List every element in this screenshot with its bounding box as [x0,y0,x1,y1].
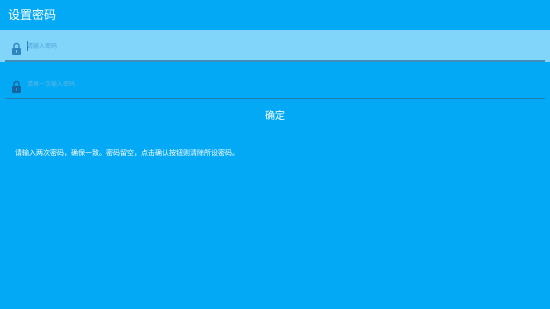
page-title: 设置密码 [8,8,57,22]
password-input[interactable] [27,38,527,54]
hint-text: 请输入两次密码，确保一致。密码留空，点击确认按钮则清除所设密码。 [15,149,239,157]
field-underline [5,60,545,62]
confirm-button[interactable]: 确定 [245,107,305,127]
confirm-password-input[interactable] [27,76,527,92]
lock-icon [11,78,22,93]
field-underline [5,98,545,99]
lock-icon [11,40,22,55]
password-field[interactable] [0,30,550,62]
confirm-password-field[interactable] [0,68,550,100]
title-bar: 设置密码 [0,0,550,29]
